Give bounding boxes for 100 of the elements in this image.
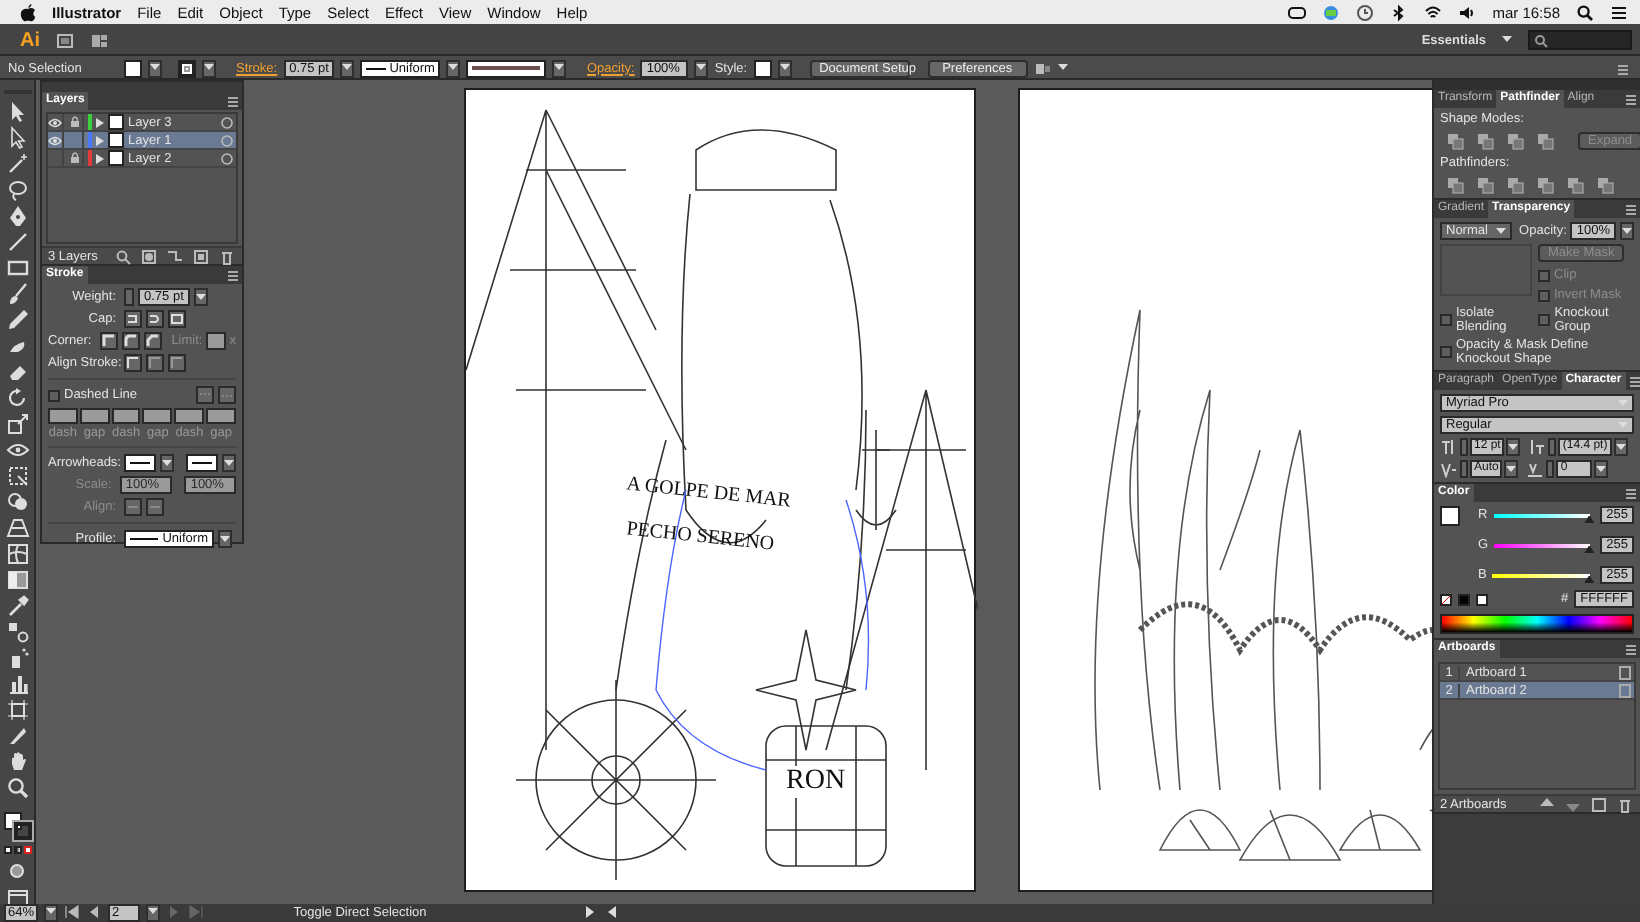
panel-menu-icon[interactable] xyxy=(1622,200,1640,218)
arrowhead-start-dropdown[interactable] xyxy=(124,454,157,472)
dropdown-button[interactable] xyxy=(222,454,236,472)
locate-object-icon[interactable] xyxy=(114,247,132,265)
rotate-icon[interactable] xyxy=(5,386,29,410)
panel-menu-icon[interactable] xyxy=(224,92,242,110)
sync-icon[interactable] xyxy=(1322,3,1341,21)
dropdown-button[interactable] xyxy=(194,288,208,306)
dash-field[interactable] xyxy=(48,408,78,424)
blend-icon[interactable] xyxy=(5,620,29,644)
dash-field[interactable] xyxy=(111,408,141,424)
panel-menu-icon[interactable] xyxy=(1625,372,1640,390)
dropdown-button[interactable] xyxy=(777,59,792,77)
dropdown-button[interactable] xyxy=(148,59,162,77)
perspective-grid-icon[interactable] xyxy=(5,516,29,540)
dropdown-button[interactable] xyxy=(218,530,232,548)
visibility-toggle[interactable] xyxy=(48,131,64,149)
clock-icon[interactable] xyxy=(1356,3,1375,21)
leading-icon[interactable] xyxy=(1528,438,1547,456)
arrowhead-end-dropdown[interactable] xyxy=(185,454,218,472)
volume-icon[interactable] xyxy=(1458,3,1477,21)
dash-corner-icon[interactable] xyxy=(196,386,214,404)
slider-thumb[interactable] xyxy=(1584,515,1595,523)
dropdown-button[interactable] xyxy=(340,59,355,77)
panel-menu-icon[interactable] xyxy=(224,266,242,284)
checkbox[interactable] xyxy=(48,389,60,401)
round-cap-icon[interactable] xyxy=(146,310,164,328)
limit-field[interactable] xyxy=(206,332,226,350)
new-layer-icon[interactable] xyxy=(192,247,210,265)
checkbox[interactable] xyxy=(1440,314,1452,326)
panel-menu-icon[interactable] xyxy=(1622,640,1640,658)
paintbrush-icon[interactable] xyxy=(5,282,29,306)
width-tool-icon[interactable] xyxy=(5,438,29,462)
dropdown-button[interactable] xyxy=(694,59,709,77)
butt-cap-icon[interactable] xyxy=(124,310,142,328)
first-artboard-icon[interactable] xyxy=(64,904,81,920)
bevel-join-icon[interactable] xyxy=(143,332,162,350)
artboard-icon[interactable] xyxy=(5,698,29,722)
line-segment-icon[interactable] xyxy=(5,230,29,254)
new-sublayer-icon[interactable] xyxy=(166,247,184,265)
free-transform-icon[interactable] xyxy=(5,464,29,488)
fill-swatch[interactable] xyxy=(124,59,142,77)
trash-icon[interactable] xyxy=(1616,795,1634,813)
search-icon[interactable] xyxy=(1576,3,1594,21)
arrow-align-icon[interactable] xyxy=(124,498,142,516)
round-join-icon[interactable] xyxy=(121,332,140,350)
battery-icon[interactable] xyxy=(1288,3,1307,21)
direct-selection-arrow-icon[interactable] xyxy=(5,126,29,150)
checkbox[interactable] xyxy=(1538,289,1550,301)
eraser-icon[interactable] xyxy=(5,360,29,384)
dropdown-button[interactable] xyxy=(160,454,175,472)
kerning-icon[interactable] xyxy=(1440,460,1458,478)
dropdown-button[interactable] xyxy=(552,59,567,77)
pen-icon[interactable] xyxy=(5,204,29,228)
projecting-cap-icon[interactable] xyxy=(168,310,186,328)
lasso-icon[interactable] xyxy=(5,178,29,202)
lock-toggle[interactable] xyxy=(68,149,84,167)
panel-menu-icon[interactable] xyxy=(1622,484,1640,502)
eyedropper-icon[interactable] xyxy=(5,594,29,618)
document-arrange-icon[interactable] xyxy=(1033,59,1052,77)
column-graph-icon[interactable] xyxy=(5,672,29,696)
shape-builder-icon[interactable] xyxy=(5,490,29,514)
zoom-icon[interactable] xyxy=(5,776,29,800)
align-outside-icon[interactable] xyxy=(168,354,186,372)
color-swatch[interactable] xyxy=(1458,593,1470,605)
arrow-align-icon[interactable] xyxy=(146,498,164,516)
drawing-mode-icon[interactable] xyxy=(8,862,26,880)
dropdown-button[interactable] xyxy=(446,59,461,77)
dash-field[interactable] xyxy=(174,408,205,424)
style-swatch[interactable] xyxy=(753,59,772,77)
brush-dropdown[interactable] xyxy=(466,59,547,77)
checkbox[interactable] xyxy=(1538,269,1550,281)
font-size-icon[interactable] xyxy=(1440,438,1458,456)
stroke-swatch[interactable] xyxy=(178,59,196,77)
dropdown-button[interactable] xyxy=(1506,438,1521,456)
apple-icon[interactable] xyxy=(20,3,36,21)
slider-thumb[interactable] xyxy=(1584,545,1595,553)
fill-stroke-icon[interactable] xyxy=(3,812,31,840)
dropdown-button[interactable] xyxy=(1594,460,1609,478)
panel-menu-icon[interactable] xyxy=(1622,90,1640,108)
tracking-icon[interactable] xyxy=(1526,460,1545,478)
none-swatch[interactable] xyxy=(1440,593,1452,605)
clipping-mask-icon[interactable] xyxy=(140,247,158,265)
slider-thumb[interactable] xyxy=(1584,575,1595,583)
dropdown-button[interactable] xyxy=(1613,438,1628,456)
dash-align-icon[interactable] xyxy=(218,386,236,404)
dropdown-button[interactable] xyxy=(1620,222,1634,240)
arrange-documents-icon[interactable] xyxy=(90,31,108,49)
dropdown-button[interactable] xyxy=(1504,460,1519,478)
menu-icon[interactable] xyxy=(1610,3,1628,21)
dash-field[interactable] xyxy=(79,408,110,424)
align-inside-icon[interactable] xyxy=(146,354,164,372)
scale-icon[interactable] xyxy=(5,412,29,436)
search-field[interactable] xyxy=(1528,30,1632,50)
magic-wand-icon[interactable] xyxy=(5,152,29,176)
align-center-icon[interactable] xyxy=(124,354,142,372)
miter-join-icon[interactable] xyxy=(99,332,118,350)
pencil-icon[interactable] xyxy=(5,308,29,332)
wifi-icon[interactable] xyxy=(1424,3,1443,21)
gradient-icon[interactable] xyxy=(5,568,29,592)
